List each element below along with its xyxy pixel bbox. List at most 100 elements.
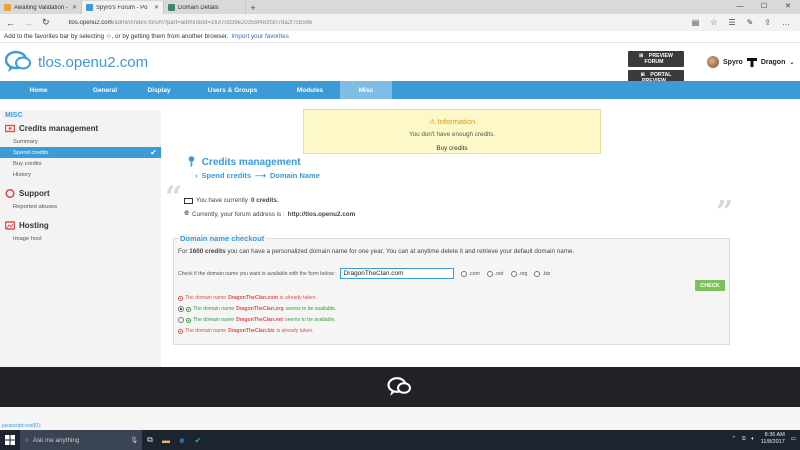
- info-message: You don't have enough credits.: [408, 131, 496, 138]
- nav-misc[interactable]: Misc: [340, 81, 392, 99]
- tld-org-option[interactable]: .org: [510, 270, 527, 277]
- sidebar-item-spend-credits[interactable]: Spend credits ✔: [0, 147, 161, 158]
- close-window-icon[interactable]: ✕: [776, 0, 800, 12]
- new-tab-button[interactable]: +: [246, 1, 260, 14]
- breadcrumb-spend-credits[interactable]: Spend credits: [202, 171, 252, 180]
- start-button[interactable]: [0, 430, 20, 450]
- browser-tab-active[interactable]: Spyro's Forum - Po ✕: [82, 1, 164, 14]
- close-quote-icon: ”: [716, 195, 734, 230]
- domain-check-row: Check if the domain name you want is ava…: [178, 268, 551, 279]
- hub-icon[interactable]: ☰: [728, 18, 735, 27]
- credits-value: 0 credits.: [250, 197, 279, 204]
- checkout-title: Domain name checkout: [178, 234, 267, 243]
- windows-logo-icon: [5, 435, 15, 445]
- network-icon[interactable]: ⌸: [742, 436, 745, 443]
- tray-chevron-icon[interactable]: ⌃: [732, 436, 737, 442]
- check-button[interactable]: CHECK: [695, 280, 725, 291]
- radio-icon[interactable]: [486, 270, 493, 277]
- sidebar-section-support: Support: [0, 186, 161, 201]
- sidebar-item-buy-credits[interactable]: Buy credits: [0, 158, 161, 169]
- sidebar-item-reported-abuses[interactable]: Reported abuses: [0, 201, 161, 212]
- back-icon[interactable]: ←: [6, 18, 15, 28]
- radio-icon[interactable]: [178, 317, 184, 323]
- tab-close-icon[interactable]: ✕: [72, 4, 77, 11]
- info-title: ⚠ Information: [428, 117, 476, 126]
- nav-home[interactable]: Home: [0, 81, 77, 99]
- clock-date: 11/8/2017: [760, 439, 785, 445]
- preview-forum-button[interactable]: ⊞ PREVIEW FORUM: [628, 51, 684, 67]
- tld-com-option[interactable]: .com: [460, 270, 480, 277]
- tab-favicon-icon: [168, 4, 175, 11]
- taskbar: ○ Ask me anything 🎙︎ ⧉ ▬ e ✔ ⌃ ⌸ 🔈︎ 8:36…: [0, 430, 800, 450]
- tree-logo-icon: [746, 57, 757, 67]
- more-icon[interactable]: …: [782, 18, 790, 27]
- reading-view-icon[interactable]: ▤: [692, 18, 700, 27]
- taskbar-search-placeholder: Ask me anything: [32, 436, 80, 444]
- site-logo[interactable]: tlos.openu2.com: [5, 51, 148, 73]
- maximize-icon[interactable]: ☐: [752, 0, 776, 12]
- sidebar-item-image-host[interactable]: Image host: [0, 233, 161, 244]
- open-quote-icon: “: [165, 180, 183, 215]
- app-icon[interactable]: ✔: [190, 430, 206, 450]
- browser-tab[interactable]: Awaiting Validation - ARK - ✕: [0, 1, 82, 14]
- taskbar-search[interactable]: ○ Ask me anything 🎙︎: [20, 430, 142, 450]
- result-net[interactable]: The domain name DragonTheClan.net seems …: [178, 317, 336, 323]
- result-biz: The domain name DragonTheClan.biz is alr…: [178, 328, 314, 334]
- radio-icon[interactable]: [534, 270, 541, 277]
- browser-status-area: javascript:void(0);: [0, 407, 800, 430]
- sidebar-section-credits: Credits management: [0, 121, 161, 136]
- status-text: javascript:void(0);: [2, 423, 42, 429]
- radio-icon[interactable]: [178, 306, 184, 312]
- forward-icon[interactable]: →: [24, 18, 33, 28]
- nav-users-groups[interactable]: Users & Groups: [185, 81, 280, 99]
- import-favorites-link[interactable]: Import your favorites: [231, 33, 288, 40]
- microphone-icon[interactable]: 🎙︎: [130, 436, 142, 444]
- minimize-icon[interactable]: —: [728, 0, 752, 12]
- chat-bubble-logo-icon: [5, 51, 31, 72]
- nav-display[interactable]: Display: [133, 81, 185, 99]
- arrow-right-icon: ⟶: [255, 171, 266, 180]
- favorite-star-icon[interactable]: ☆: [710, 18, 717, 27]
- available-icon: [186, 306, 191, 312]
- share-icon[interactable]: ⇪: [764, 18, 771, 27]
- browser-tab[interactable]: Domain Details: [164, 1, 246, 14]
- user-menu[interactable]: Spyro Dragon ⌄: [707, 56, 794, 68]
- url-field[interactable]: tlos.openu2.com/admin/index.forum?part=a…: [59, 20, 683, 26]
- file-explorer-icon[interactable]: ▬: [158, 430, 174, 450]
- map-pin-icon: 📍︎: [185, 157, 198, 168]
- volume-icon[interactable]: 🔈︎: [751, 436, 754, 443]
- clock[interactable]: 8:36 AM 11/8/2017: [761, 432, 785, 446]
- search-icon: ○: [25, 436, 29, 444]
- main-nav: Home General Display Users & Groups Modu…: [0, 81, 800, 99]
- tld-net-option[interactable]: .net: [486, 270, 504, 277]
- unavailable-icon: [178, 328, 183, 334]
- site-header: tlos.openu2.com ⊞ PREVIEW FORUM ⊞ PORTAL…: [0, 43, 800, 86]
- nav-general[interactable]: General: [77, 81, 133, 99]
- edge-browser-icon[interactable]: e: [174, 430, 190, 450]
- sidebar-section-hosting: Hosting: [0, 218, 161, 233]
- forum-address: http://tlos.openu2.com: [287, 210, 356, 218]
- sidebar-item-summary[interactable]: Summary: [0, 136, 161, 147]
- buy-credits-button[interactable]: Buy credits: [304, 145, 600, 152]
- nav-modules[interactable]: Modules: [280, 81, 340, 99]
- footer-chat-logo-icon: [387, 377, 411, 396]
- tab-close-icon[interactable]: ✕: [154, 4, 159, 11]
- breadcrumb-arrow-icon: ›: [195, 171, 198, 180]
- tab-title: Domain Details: [178, 4, 219, 11]
- breadcrumb-domain-name: Domain Name: [269, 171, 320, 180]
- tab-favicon-icon: [86, 4, 93, 11]
- radio-icon[interactable]: [460, 270, 467, 277]
- browser-tools: ▤ ☆ ☰ ✎ ⇪ …: [692, 18, 794, 27]
- refresh-icon[interactable]: ↻: [42, 17, 50, 28]
- address-line: 🌐︎ Currently, your forum address is : ht…: [184, 210, 356, 218]
- notes-icon[interactable]: ✎: [747, 18, 754, 27]
- username-suffix: Dragon: [760, 58, 786, 66]
- tld-biz-option[interactable]: .biz: [534, 270, 551, 277]
- task-view-icon[interactable]: ⧉: [142, 430, 158, 450]
- domain-input[interactable]: [339, 268, 454, 279]
- available-icon: [186, 317, 191, 323]
- result-org[interactable]: The domain name DragonTheClan.org seems …: [178, 306, 336, 312]
- radio-icon[interactable]: [510, 270, 517, 277]
- notifications-icon[interactable]: ▭: [791, 436, 796, 442]
- sidebar-item-history[interactable]: History: [0, 169, 161, 180]
